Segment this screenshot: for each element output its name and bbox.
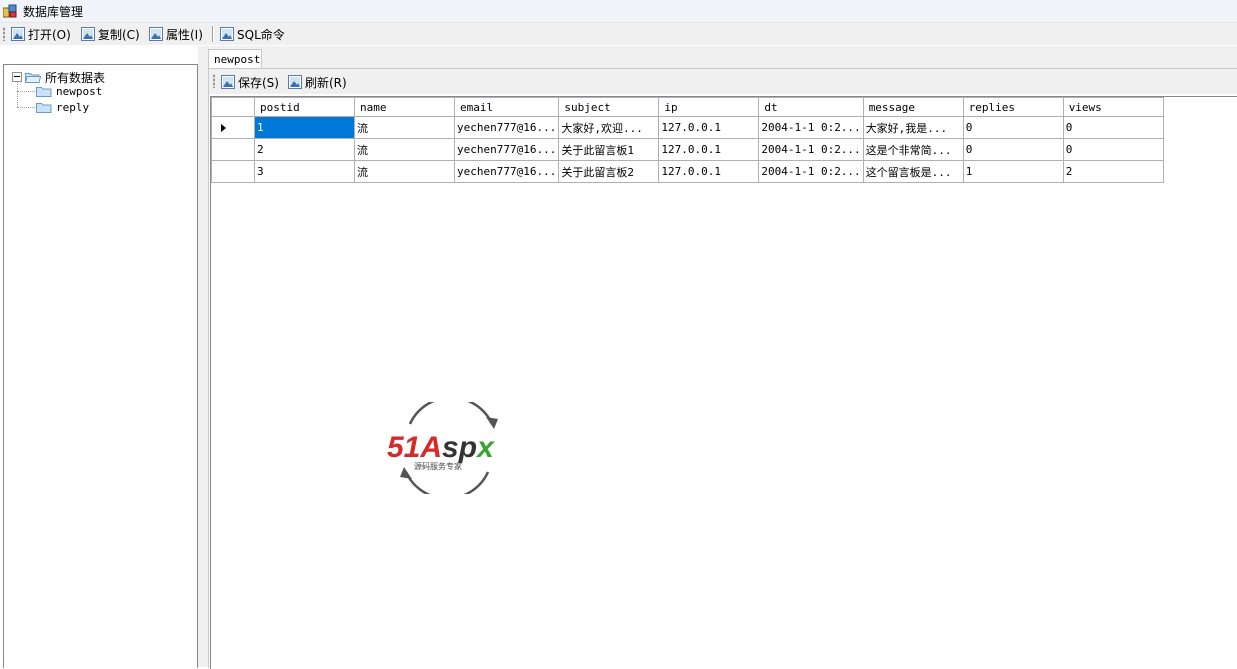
watermark-logo: 51Aspx 源码服务专家 — [387, 402, 498, 494]
table-cell[interactable]: 0 — [962, 116, 1064, 139]
table-cell[interactable]: 2 — [1062, 160, 1164, 183]
tree-item-label: newpost — [56, 85, 103, 98]
row-header[interactable] — [211, 160, 255, 183]
picture-icon — [221, 75, 235, 89]
table-cell[interactable]: 大家好,欢迎... — [558, 116, 660, 139]
select-all-corner[interactable] — [211, 97, 255, 117]
sql-command-button[interactable]: SQL命令 — [220, 25, 285, 43]
table-cell[interactable]: 127.0.0.1 — [658, 138, 760, 161]
logo-ring-arrow — [400, 467, 412, 479]
table-cell[interactable]: 0 — [962, 138, 1064, 161]
window-titlebar: 数据库管理 — [0, 0, 1237, 23]
tab-toolbar: 保存(S) 刷新(R) — [209, 69, 1237, 94]
logo-ring-top — [408, 402, 494, 425]
sql-command-button-label: SQL命令 — [237, 27, 285, 42]
table-row[interactable]: 2 流 yechen777@16... 关于此留言板1 127.0.0.1 20… — [211, 138, 1164, 161]
table-cell[interactable]: 127.0.0.1 — [658, 160, 760, 183]
content-pane: newpost 保存(S) 刷新(R) postid name email su… — [202, 46, 1237, 669]
table-cell[interactable]: yechen777@16... — [453, 138, 560, 161]
table-cell[interactable]: 1 — [962, 160, 1064, 183]
open-button-label: 打开(O) — [28, 27, 71, 42]
window-title: 数据库管理 — [23, 5, 84, 19]
watermark-tagline: 源码服务专家 — [414, 461, 462, 471]
table-cell[interactable]: 流 — [354, 160, 455, 183]
app-icon — [3, 4, 17, 18]
column-header-subject[interactable]: subject — [558, 97, 660, 117]
tab-newpost[interactable]: newpost — [208, 49, 262, 69]
toolbar-grip[interactable] — [3, 27, 5, 41]
tree-item-reply[interactable]: reply — [36, 100, 89, 115]
column-header-email[interactable]: email — [453, 97, 560, 117]
column-header-message[interactable]: message — [862, 97, 964, 117]
tree-connector — [17, 91, 35, 92]
table-cell[interactable]: 大家好,我是... — [862, 116, 964, 139]
picture-icon — [81, 27, 95, 41]
table-cell[interactable]: 1 — [254, 116, 355, 139]
table-cell[interactable]: 0 — [1062, 138, 1164, 161]
save-button-label: 保存(S) — [238, 75, 279, 90]
table-cell[interactable]: 127.0.0.1 — [658, 116, 760, 139]
copy-button-label: 复制(C) — [98, 27, 140, 42]
tree-root-node[interactable]: 所有数据表 — [12, 69, 105, 85]
row-header[interactable] — [211, 138, 255, 161]
watermark-brand: 51Aspx — [387, 431, 495, 464]
tree-connector — [17, 107, 35, 108]
refresh-button-label: 刷新(R) — [305, 75, 347, 90]
picture-icon — [288, 75, 302, 89]
table-cell[interactable]: 关于此留言板2 — [558, 160, 660, 183]
table-cell[interactable]: 2004-1-1 0:2... — [758, 116, 864, 139]
table-cell[interactable]: 3 — [254, 160, 355, 183]
current-row-arrow-icon — [221, 123, 226, 132]
table-cell[interactable]: yechen777@16... — [453, 160, 560, 183]
column-header-name[interactable]: name — [354, 97, 455, 117]
save-button[interactable]: 保存(S) — [221, 73, 279, 91]
main-toolbar: 打开(O) 复制(C) 属性(I) SQL命令 — [0, 23, 1237, 45]
table-cell[interactable]: 流 — [354, 138, 455, 161]
table-cell[interactable]: yechen777@16... — [453, 116, 560, 139]
collapse-icon[interactable] — [12, 72, 22, 82]
tree-root-label: 所有数据表 — [45, 70, 106, 85]
table-row[interactable]: 3 流 yechen777@16... 关于此留言板2 127.0.0.1 20… — [211, 160, 1164, 183]
table-cell[interactable]: 关于此留言板1 — [558, 138, 660, 161]
table-cell[interactable]: 流 — [354, 116, 455, 139]
table-cell[interactable]: 2004-1-1 0:2... — [758, 138, 864, 161]
refresh-button[interactable]: 刷新(R) — [288, 73, 347, 91]
logo-ring-arrow — [486, 417, 498, 429]
copy-button[interactable]: 复制(C) — [81, 25, 140, 43]
header-row: postid name email subject ip dt message … — [211, 97, 1164, 117]
column-header-replies[interactable]: replies — [962, 97, 1064, 117]
tab-page: 保存(S) 刷新(R) postid name email subject ip… — [208, 68, 1237, 669]
table-cell[interactable]: 2 — [254, 138, 355, 161]
column-header-dt[interactable]: dt — [758, 97, 864, 117]
column-header-views[interactable]: views — [1062, 97, 1164, 117]
toolbar-separator — [212, 26, 214, 42]
data-grid[interactable]: postid name email subject ip dt message … — [210, 96, 1237, 669]
logo-ring-bottom — [404, 471, 490, 494]
folder-icon — [36, 87, 52, 97]
picture-icon — [11, 27, 25, 41]
column-header-ip[interactable]: ip — [658, 97, 760, 117]
table-cell[interactable]: 这是个非常简... — [862, 138, 964, 161]
tree-item-label: reply — [56, 101, 90, 114]
folder-open-icon — [25, 72, 41, 83]
properties-button[interactable]: 属性(I) — [149, 25, 203, 43]
open-button[interactable]: 打开(O) — [11, 25, 71, 43]
table-cell[interactable]: 2004-1-1 0:2... — [758, 160, 864, 183]
properties-button-label: 属性(I) — [166, 27, 203, 42]
table-cell[interactable]: 这个留言板是... — [862, 160, 964, 183]
tree-item-newpost[interactable]: newpost — [36, 84, 102, 99]
toolbar-grip[interactable] — [213, 74, 215, 88]
column-header-postid[interactable]: postid — [254, 97, 355, 117]
table-cell[interactable]: 0 — [1062, 116, 1164, 139]
picture-icon — [149, 27, 163, 41]
table-row[interactable]: 1 流 yechen777@16... 大家好,欢迎... 127.0.0.1 … — [211, 116, 1164, 139]
row-header[interactable] — [211, 116, 255, 139]
data-grid-table: postid name email subject ip dt message … — [211, 97, 1164, 183]
picture-icon — [220, 27, 234, 41]
table-tree[interactable]: 所有数据表 newpost reply — [3, 64, 198, 668]
folder-icon — [36, 103, 52, 113]
